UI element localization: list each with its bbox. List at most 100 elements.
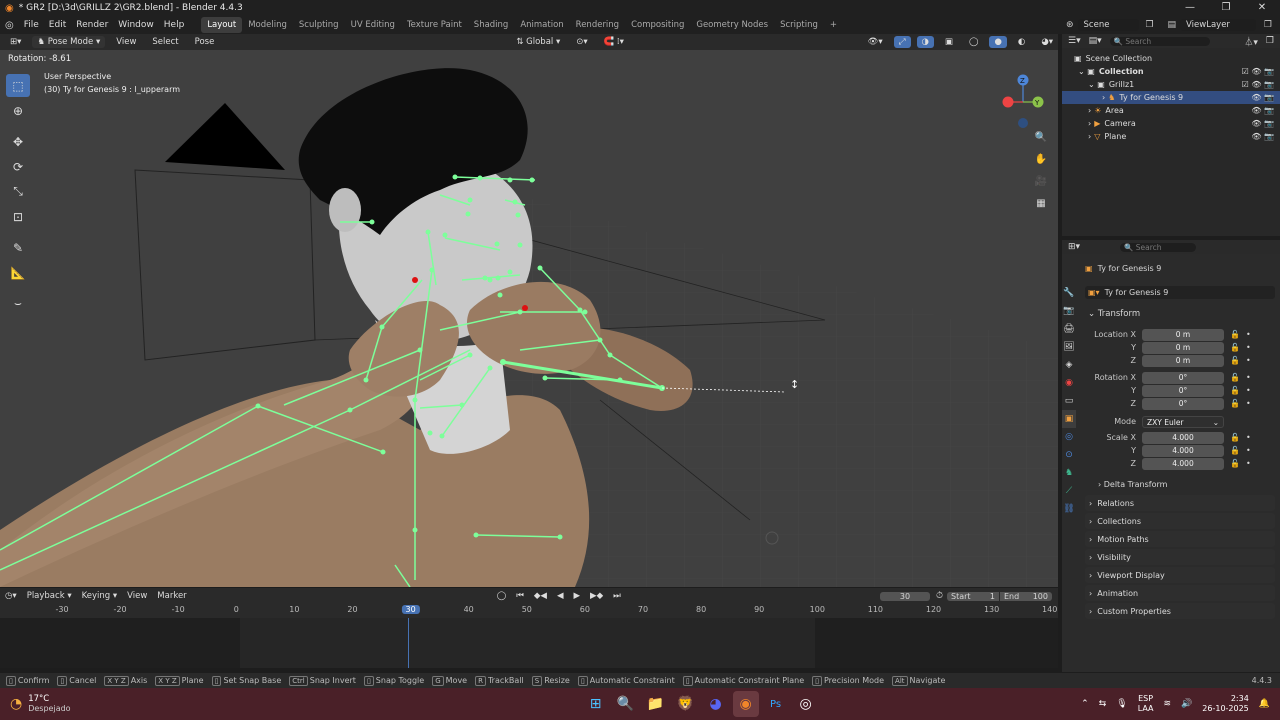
lock-icon[interactable]: 🔓: [1230, 446, 1240, 455]
new-collection-icon[interactable]: ❐: [1266, 36, 1274, 46]
tab-geometry-nodes[interactable]: Geometry Nodes: [690, 17, 774, 33]
rotation-x-field[interactable]: 0°: [1142, 371, 1224, 384]
network-icon[interactable]: ⇆: [1099, 699, 1107, 709]
rotation-mode-dropdown[interactable]: ZXY Euler ⌄: [1142, 415, 1224, 428]
menu-select[interactable]: Select: [147, 36, 183, 48]
tab-layout[interactable]: Layout: [201, 17, 243, 33]
start-icon[interactable]: ⊞: [583, 691, 609, 717]
visibility-icon[interactable]: 👁▾: [863, 36, 888, 48]
tab-compositing[interactable]: Compositing: [625, 17, 690, 33]
keyframe-dot-icon[interactable]: •: [1246, 446, 1251, 455]
search-icon[interactable]: 🔍: [613, 691, 639, 717]
constraints-tab-icon[interactable]: ⊙: [1062, 446, 1076, 464]
timeline-ruler[interactable]: -30 -20 -10 0 10 20 30 40 50 60 70 80 90 100 110 120 130…: [0, 604, 1058, 618]
view-layer-tab-icon[interactable]: 🖼: [1062, 338, 1076, 356]
select-box-tool[interactable]: ⬚: [6, 74, 30, 97]
notifications-icon[interactable]: 🔔: [1259, 699, 1270, 709]
measure-tool[interactable]: 📐: [6, 261, 30, 284]
start-frame-field[interactable]: Start 1: [947, 591, 999, 601]
scale-z-field[interactable]: 4.000: [1142, 457, 1224, 470]
motion-paths-panel[interactable]: › Motion Paths: [1085, 531, 1275, 547]
keyframe-dot-icon[interactable]: •: [1246, 356, 1251, 365]
new-view-layer-icon[interactable]: ❐: [1264, 20, 1272, 30]
keyframe-dot-icon[interactable]: •: [1246, 343, 1251, 352]
add-workspace-button[interactable]: +: [824, 17, 843, 33]
scale-tool[interactable]: ⤡: [6, 180, 30, 203]
menu-help[interactable]: Help: [159, 20, 190, 30]
play-icon[interactable]: ▶: [568, 590, 585, 602]
grid-view-icon[interactable]: ▦: [1032, 194, 1050, 212]
bone-tab-icon[interactable]: ⟋: [1062, 482, 1076, 500]
collections-panel[interactable]: › Collections: [1085, 513, 1275, 529]
camera-view-icon[interactable]: 🎥: [1032, 172, 1050, 190]
outliner-row-scene-collection[interactable]: ▣ Scene Collection: [1062, 52, 1280, 65]
file-explorer-icon[interactable]: 📁: [643, 691, 669, 717]
keyframe-dot-icon[interactable]: •: [1246, 459, 1251, 468]
shading-wireframe-icon[interactable]: ◯: [964, 36, 984, 48]
outliner-row-area[interactable]: › ☀ Area 👁 📷: [1062, 104, 1280, 117]
maximize-button[interactable]: ❐: [1208, 0, 1244, 16]
row-visibility-icons[interactable]: 👁 📷: [1251, 119, 1274, 128]
zoom-icon[interactable]: 🔍: [1032, 128, 1050, 146]
properties-editor-icon[interactable]: ⊞▾: [1068, 242, 1080, 252]
jump-start-icon[interactable]: ⏮: [511, 590, 529, 602]
auto-keying-icon[interactable]: ◯: [492, 590, 512, 602]
gizmo-toggle-icon[interactable]: ⤢: [893, 36, 911, 48]
cursor-tool[interactable]: ⊕: [6, 99, 30, 122]
tab-scripting[interactable]: Scripting: [774, 17, 824, 33]
lock-icon[interactable]: 🔓: [1230, 386, 1240, 395]
shading-solid-icon[interactable]: ●: [989, 36, 1007, 48]
output-tab-icon[interactable]: 🖨: [1062, 320, 1076, 338]
outliner-row-ty-for-genesis[interactable]: › ♞ Ty for Genesis 9 👁 📷: [1062, 91, 1280, 104]
outliner-row-collection[interactable]: ⌄ ▣ Collection ☑ 👁 📷: [1062, 65, 1280, 78]
row-visibility-icons[interactable]: 👁 📷: [1251, 93, 1274, 102]
bone-constraint-tab-icon[interactable]: ⛓: [1062, 500, 1076, 518]
display-mode-icon[interactable]: ▤▾: [1089, 36, 1102, 46]
animation-panel[interactable]: › Animation: [1085, 585, 1275, 601]
location-x-field[interactable]: 0 m: [1142, 328, 1224, 341]
preview-range-icon[interactable]: ⏱: [936, 591, 943, 601]
microphone-icon[interactable]: 🎙: [1116, 699, 1127, 709]
outliner-search-input[interactable]: 🔍 Search: [1109, 36, 1210, 46]
menu-view[interactable]: View: [111, 36, 141, 48]
view-layer-field[interactable]: ViewLayer: [1180, 19, 1256, 31]
tool-tab-icon[interactable]: 🔧: [1062, 284, 1076, 302]
weather-widget[interactable]: ◔ 17°C Despejado: [0, 694, 200, 714]
lock-icon[interactable]: 🔓: [1230, 373, 1240, 382]
lock-icon[interactable]: 🔓: [1230, 399, 1240, 408]
keyframe-dot-icon[interactable]: •: [1246, 399, 1251, 408]
outliner-row-plane[interactable]: › ▽ Plane 👁 📷: [1062, 130, 1280, 143]
next-keyframe-icon[interactable]: ▶◆: [585, 590, 608, 602]
close-button[interactable]: ✕: [1244, 0, 1280, 16]
scale-x-field[interactable]: 4.000: [1142, 431, 1224, 444]
row-visibility-icons[interactable]: 👁 📷: [1251, 132, 1274, 141]
lock-icon[interactable]: 🔓: [1230, 343, 1240, 352]
filter-icon[interactable]: ⏃▾: [1244, 35, 1258, 48]
tab-texture-paint[interactable]: Texture Paint: [401, 17, 468, 33]
orientation-dropdown[interactable]: ⇅ Global ▾: [511, 36, 565, 48]
collection-tab-icon[interactable]: ▭: [1062, 392, 1076, 410]
rotate-tool[interactable]: ⟳: [6, 155, 30, 178]
overlay-toggle-icon[interactable]: ◑: [916, 36, 934, 48]
menu-render[interactable]: Render: [71, 20, 113, 30]
delta-transform-panel[interactable]: › Delta Transform: [1098, 480, 1167, 489]
object-tab-icon[interactable]: ▣: [1062, 410, 1076, 428]
language-indicator[interactable]: ESP LAA: [1138, 694, 1154, 714]
lock-icon[interactable]: 🔓: [1230, 330, 1240, 339]
bone-size-tool[interactable]: ⌣: [6, 292, 30, 315]
row-visibility-icons[interactable]: ☑ 👁 📷: [1242, 67, 1274, 76]
obs-icon[interactable]: ◎: [793, 691, 819, 717]
clock[interactable]: 2:34 26-10-2025: [1202, 694, 1249, 714]
properties-search-input[interactable]: 🔍 Search: [1120, 242, 1197, 252]
object-name-field[interactable]: ▣▾ Ty for Genesis 9: [1085, 286, 1275, 299]
marker-menu[interactable]: Marker: [152, 590, 191, 602]
outliner-editor-icon[interactable]: ☰▾: [1068, 36, 1081, 46]
blender-taskbar-icon[interactable]: ◉: [732, 691, 759, 717]
view-layer-icon[interactable]: ▤: [1168, 20, 1177, 30]
snap-icon[interactable]: 🧲 ⁞▾: [599, 36, 629, 48]
rotation-y-field[interactable]: 0°: [1142, 384, 1224, 397]
speaker-icon[interactable]: 🔊: [1181, 699, 1192, 709]
jump-end-icon[interactable]: ⏭: [608, 590, 626, 602]
location-y-field[interactable]: 0 m: [1142, 341, 1224, 354]
pan-hand-icon[interactable]: ✋: [1032, 150, 1050, 168]
